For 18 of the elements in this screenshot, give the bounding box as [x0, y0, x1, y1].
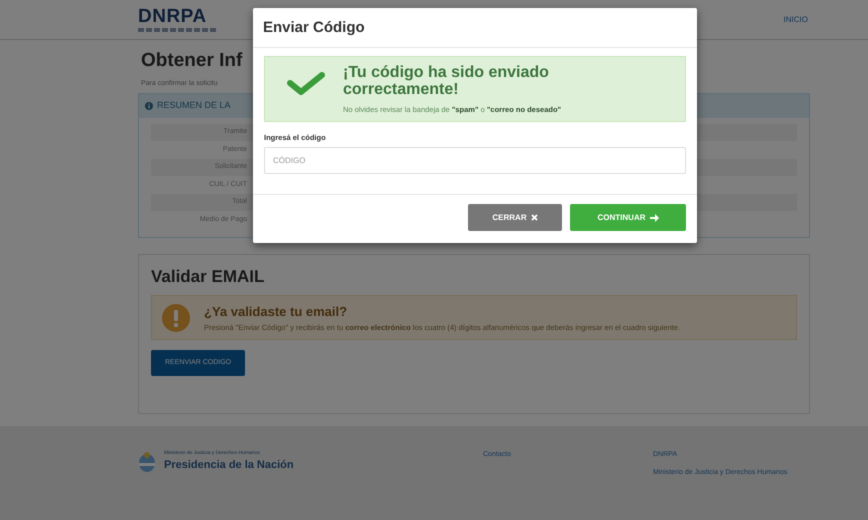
info-icon — [145, 102, 153, 110]
checkmark-icon — [287, 71, 325, 95]
alert-title: ¿Ya validaste tu email? — [204, 303, 348, 322]
exclamation-icon — [162, 304, 190, 332]
page-title: Obtener Inf — [141, 50, 242, 73]
arrow-right-icon — [650, 214, 658, 222]
modal-title: Enviar Código — [253, 8, 697, 48]
continue-button[interactable]: CONTINUAR — [570, 204, 686, 232]
nav-link[interactable]: INICIO — [784, 14, 808, 26]
presidency-text: Presidencia de la Nación — [164, 458, 294, 474]
coat-of-arms-icon — [138, 450, 156, 473]
close-icon — [530, 214, 538, 222]
section-title: Validar EMAIL — [151, 266, 266, 288]
close-button[interactable]: CERRAR — [468, 204, 562, 232]
code-input-field[interactable]: CÓDIGO — [264, 147, 686, 174]
panel-title: RESUMEN DE LA — [157, 99, 231, 112]
logo[interactable]: DNRPA — [138, 7, 218, 26]
success-title: ¡Tu código ha sido enviado correctamente! — [343, 65, 550, 99]
